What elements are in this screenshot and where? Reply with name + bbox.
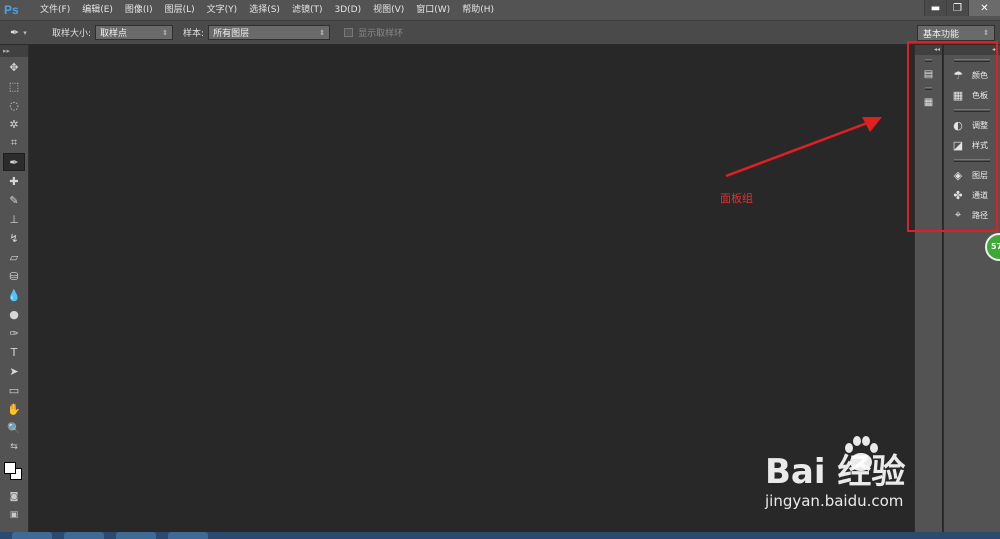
annotation-label: 面板组: [720, 192, 753, 205]
menu-image[interactable]: 图像(I): [119, 0, 159, 21]
toolbox: ▸▸ ✥ ⬚ ◌ ✲ ⌗ ✒ ✚ ✎ ⊥ ↯ ▱ ⛁ 💧 ● ✑ T ➤ ▭ ✋…: [0, 45, 29, 532]
updown-icon: ⇕: [162, 28, 169, 37]
magic-wand-tool-icon[interactable]: ✲: [3, 115, 25, 133]
eyedropper-tool-icon[interactable]: ✒: [3, 153, 25, 171]
rectangle-tool-icon[interactable]: ▭: [3, 381, 25, 399]
os-taskbar: [0, 532, 1000, 539]
pen-tool-icon[interactable]: ✑: [3, 324, 25, 342]
eraser-tool-icon[interactable]: ▱: [3, 248, 25, 266]
foreground-color-swatch[interactable]: [4, 462, 16, 474]
menu-bar: Ps 文件(F) 编辑(E) 图像(I) 图层(L) 文字(Y) 选择(S) 滤…: [0, 0, 1000, 21]
menu-file[interactable]: 文件(F): [34, 0, 76, 21]
annotation-arrow-icon: [725, 117, 882, 178]
clone-stamp-tool-icon[interactable]: ⊥: [3, 210, 25, 228]
workspace-value: 基本功能: [923, 29, 960, 40]
swap-colors-icon[interactable]: ⇆: [3, 439, 25, 455]
checkbox-box: [344, 28, 354, 37]
menu-layer[interactable]: 图层(L): [159, 0, 201, 21]
photoshop-logo: Ps: [4, 2, 19, 17]
move-tool-icon[interactable]: ✥: [3, 58, 25, 76]
blur-tool-icon[interactable]: 💧: [3, 286, 25, 304]
updown-icon: ⇕: [319, 28, 326, 37]
taskbar-item[interactable]: [168, 532, 208, 539]
menu-type[interactable]: 文字(Y): [201, 0, 244, 21]
sample-value: 所有图层: [213, 29, 250, 39]
hand-tool-icon[interactable]: ✋: [3, 400, 25, 418]
paw-icon: [845, 436, 878, 471]
taskbar-item[interactable]: [12, 532, 52, 539]
updown-icon: ⇕: [983, 29, 989, 37]
history-brush-tool-icon[interactable]: ↯: [3, 229, 25, 247]
eyedropper-icon: ✒: [10, 26, 20, 39]
close-button[interactable]: ✕: [968, 0, 1000, 16]
marquee-tool-icon[interactable]: ⬚: [3, 77, 25, 95]
photoshop-window: Ps 文件(F) 编辑(E) 图像(I) 图层(L) 文字(Y) 选择(S) 滤…: [0, 0, 1000, 539]
sample-size-value: 取样点: [100, 29, 128, 39]
menu-view[interactable]: 视图(V): [367, 0, 410, 21]
healing-brush-tool-icon[interactable]: ✚: [3, 172, 25, 190]
options-bar: ✒ ▾ 取样大小: 取样点 ⇕ 样本: 所有图层 ⇕ 显示取样环 基本功能 ⇕: [0, 21, 1000, 45]
quick-mask-icon[interactable]: ◙: [3, 489, 25, 505]
color-swatches[interactable]: [2, 459, 26, 485]
menu-help[interactable]: 帮助(H): [456, 0, 500, 21]
tool-preset-picker[interactable]: ✒ ▾: [10, 23, 44, 43]
paint-bucket-tool-icon[interactable]: ⛁: [3, 267, 25, 285]
lasso-tool-icon[interactable]: ◌: [3, 96, 25, 114]
annotation-highlight-box: [907, 41, 998, 232]
restore-button[interactable]: ❐: [946, 0, 968, 16]
sample-size-label: 取样大小:: [52, 29, 92, 39]
taskbar-item[interactable]: [116, 532, 156, 539]
menu-select[interactable]: 选择(S): [243, 0, 286, 21]
workspace-switcher[interactable]: 基本功能 ⇕: [917, 25, 995, 41]
menu-window[interactable]: 窗口(W): [410, 0, 456, 21]
sample-size-select[interactable]: 取样点 ⇕: [95, 25, 174, 40]
watermark-url: jingyan.baidu.com: [765, 492, 904, 510]
chevron-down-icon: ▾: [23, 28, 27, 37]
show-sampling-ring-checkbox[interactable]: 显示取样环: [344, 26, 403, 39]
dodge-tool-icon[interactable]: ●: [3, 305, 25, 323]
type-tool-icon[interactable]: T: [3, 343, 25, 361]
baidu-watermark: Bai 经验 jingyan.baidu.com: [765, 430, 985, 520]
toolbox-collapse-handle[interactable]: ▸▸: [0, 45, 28, 57]
menu-3d[interactable]: 3D(D): [328, 0, 367, 21]
watermark-logo-text: Bai 经验: [765, 452, 906, 492]
crop-tool-icon[interactable]: ⌗: [3, 134, 25, 152]
sample-select[interactable]: 所有图层 ⇕: [208, 25, 331, 40]
sample-label: 样本:: [183, 29, 205, 39]
zoom-tool-icon[interactable]: 🔍: [3, 419, 25, 437]
menu-filter[interactable]: 滤镜(T): [286, 0, 329, 21]
brush-tool-icon[interactable]: ✎: [3, 191, 25, 209]
window-controls: ▬ ❐ ✕: [924, 0, 1000, 16]
screen-mode-icon[interactable]: ▣: [3, 507, 25, 523]
menu-edit[interactable]: 编辑(E): [76, 0, 119, 21]
path-selection-tool-icon[interactable]: ➤: [3, 362, 25, 380]
taskbar-item[interactable]: [64, 532, 104, 539]
minimize-button[interactable]: ▬: [924, 0, 946, 16]
show-sampling-ring-label: 显示取样环: [358, 29, 404, 39]
